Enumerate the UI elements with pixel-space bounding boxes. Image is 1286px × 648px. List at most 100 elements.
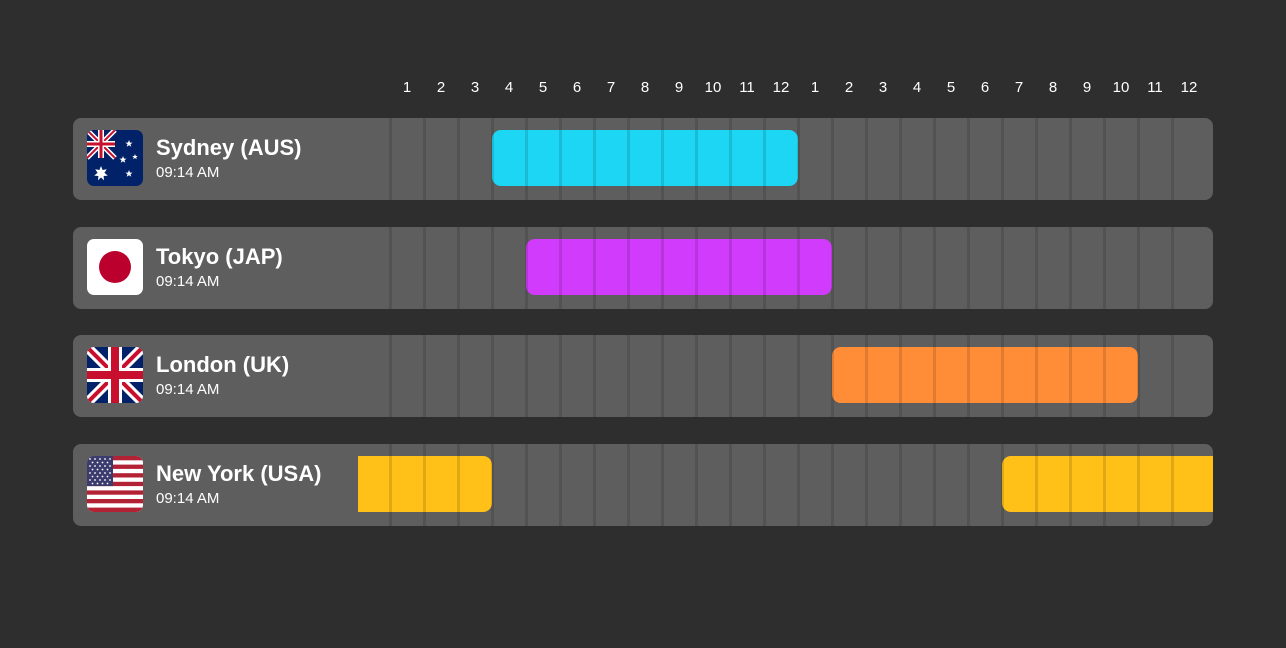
hour-gridline [728,444,732,526]
hour-gridline [524,444,528,526]
hour-gridline [490,335,494,417]
hour-gridline [932,227,936,309]
work-hours-bar[interactable] [526,239,832,295]
hour-label: 3 [878,79,888,96]
city-name: New York (USA) [156,461,322,486]
timezone-row-new-york[interactable]: New York (USA) 09:14 AM [73,444,1213,526]
hour-label: 9 [1082,79,1092,96]
hour-label: 7 [606,79,616,96]
city-name: Tokyo (JAP) [156,244,283,269]
hour-label: 12 [772,79,790,96]
hour-gridline [966,118,970,200]
hour-label: 5 [538,79,548,96]
hour-label: 2 [436,79,446,96]
hour-gridline [388,335,392,417]
work-hours-bar[interactable] [832,347,1138,403]
hour-gridline [558,335,562,417]
hour-gridline [660,227,664,309]
city-info: Sydney (AUS) 09:14 AM [73,118,373,200]
hour-gridline [1000,335,1004,417]
hour-gridline [1034,444,1038,526]
hour-gridline [388,118,392,200]
hour-label: 2 [844,79,854,96]
hour-gridline [966,335,970,417]
hour-gridline [660,335,664,417]
hour-label: 11 [739,79,755,96]
hour-gridline [932,444,936,526]
hour-gridline [966,227,970,309]
hour-label: 4 [504,79,514,96]
hour-label: 6 [980,79,990,96]
hour-label: 1 [810,79,820,96]
hour-gridline [796,335,800,417]
hour-gridline [490,444,494,526]
hour-gridline [626,444,630,526]
city-name: London (UK) [156,352,290,377]
hour-gridline [728,335,732,417]
hour-gridline [558,227,562,309]
hour-gridline [1068,227,1072,309]
city-info: New York (USA) 09:14 AM [73,444,373,526]
hour-label: 9 [674,79,684,96]
timezone-row-tokyo[interactable]: Tokyo (JAP) 09:14 AM [73,227,1213,309]
hour-gridline [456,118,460,200]
hour-gridline [830,335,834,417]
hour-gridline [490,227,494,309]
hour-label: 3 [470,79,480,96]
hour-gridline [1000,444,1004,526]
timezone-row-london[interactable]: London (UK) 09:14 AM [73,335,1213,417]
hour-gridline [864,227,868,309]
hour-gridline [762,118,766,200]
hour-gridline [796,118,800,200]
hour-gridline [422,335,426,417]
hour-gridline [592,444,596,526]
hour-gridline [626,227,630,309]
hour-gridline [728,227,732,309]
hour-gridline [388,444,392,526]
hour-gridline [490,118,494,200]
hour-gridline [456,444,460,526]
hour-gridline [1034,118,1038,200]
hour-axis: 1 2 3 4 5 6 7 8 9 10 11 12 1 2 3 4 5 6 7 8 9 10 11 12 [390,78,1210,98]
japan-flag-icon [87,239,143,295]
hour-gridline [932,118,936,200]
city-time: 09:14 AM [156,381,220,398]
hour-gridline [1000,227,1004,309]
hour-gridline [1000,118,1004,200]
hour-gridline [1034,335,1038,417]
hour-gridline [898,335,902,417]
hour-gridline [558,118,562,200]
hour-gridline [592,227,596,309]
hour-gridline [558,444,562,526]
hour-gridline [864,118,868,200]
hour-gridline [796,227,800,309]
timezone-row-sydney[interactable]: Sydney (AUS) 09:14 AM [73,118,1213,200]
hour-label: 1 [402,79,412,96]
city-time: 09:14 AM [156,273,220,290]
hour-gridline [1170,335,1174,417]
hour-gridline [422,118,426,200]
hour-gridline [1102,227,1106,309]
hour-gridline [422,227,426,309]
hour-gridline [592,118,596,200]
hour-gridline [1136,335,1140,417]
hour-gridline [1102,335,1106,417]
hour-gridline [456,227,460,309]
hour-label: 8 [1048,79,1058,96]
city-time: 09:14 AM [156,490,220,507]
hour-gridline [830,444,834,526]
hour-gridline [1102,444,1106,526]
hour-label: 8 [640,79,650,96]
hour-label: 10 [704,79,722,96]
hour-gridline [762,227,766,309]
hour-gridline [728,118,732,200]
hour-gridline [830,118,834,200]
hour-gridline [388,227,392,309]
work-hours-bar[interactable] [492,130,798,186]
city-time: 09:14 AM [156,164,220,181]
hour-gridline [1034,227,1038,309]
hour-gridline [422,444,426,526]
hour-gridline [1136,227,1140,309]
hour-gridline [1170,118,1174,200]
hour-gridline [524,335,528,417]
